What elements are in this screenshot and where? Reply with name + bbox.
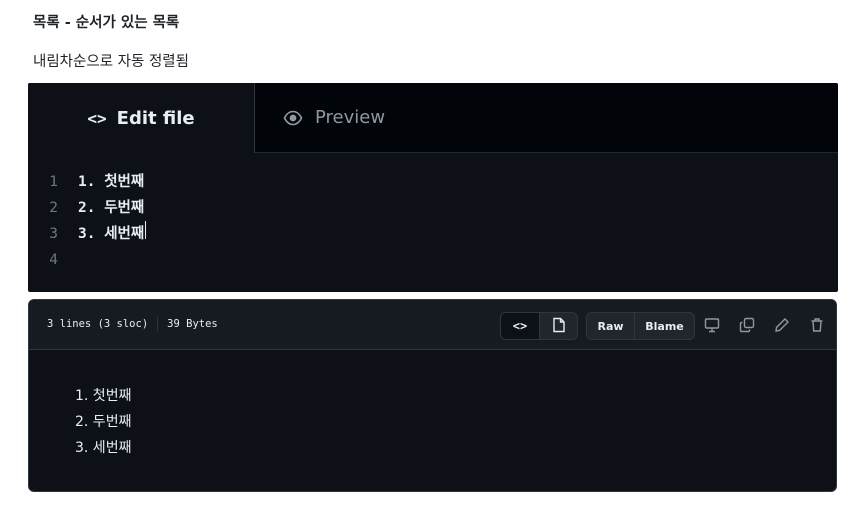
tab-edit-file-label: Edit file [116,107,195,129]
line-marker: 1. [78,174,105,190]
list-item: 2. 두번째 [75,414,132,430]
preview-view-button[interactable] [539,313,577,339]
section-heading: 목록 - 순서가 있는 목록 [33,15,180,31]
file-view: 3 lines (3 sloc) 39 Bytes <> Raw Blame 1… [28,299,837,492]
line-number: 2 [49,200,58,216]
code-area[interactable]: 1 1. 첫번째 2 2. 두번째 3 3. 세번째 4 [28,169,147,273]
line-count: 3 lines (3 sloc) [47,318,149,330]
file-icon [552,317,566,336]
editor-tab-bar: <> Edit file Preview [28,83,838,153]
raw-button-label: Raw [597,319,624,333]
tab-edit-file[interactable]: <> Edit file [28,83,255,153]
file-info: 3 lines (3 sloc) 39 Bytes [47,317,218,331]
desktop-icon[interactable] [702,315,722,335]
tab-preview-label: Preview [315,107,386,128]
code-view-button[interactable]: <> [501,313,539,339]
code-line: 4 [28,247,146,273]
copy-icon[interactable] [737,315,757,335]
line-text: 첫번째 [104,174,145,190]
blame-button[interactable]: Blame [634,313,694,339]
markdown-editor: <> Edit file Preview 1 1. 첫번째 2 2. 두번째 3 [28,83,838,292]
eye-icon [283,108,303,128]
rendered-markdown: 1. 첫번째 2. 두번째 3. 세번째 [29,350,836,491]
raw-blame-group: Raw Blame [586,312,695,340]
code-icon: <> [87,108,107,128]
list-item: 3. 세번째 [75,440,132,456]
blame-button-label: Blame [645,319,684,333]
file-header: 3 lines (3 sloc) 39 Bytes <> Raw Blame [29,300,836,350]
code-line: 3 3. 세번째 [28,221,147,247]
line-marker: 3. [78,226,105,242]
raw-button[interactable]: Raw [587,313,634,339]
ordered-list: 1. 첫번째 2. 두번째 3. 세번째 [75,383,131,461]
list-item: 1. 첫번째 [75,388,132,404]
line-marker: 2. [78,200,105,216]
tab-preview[interactable]: Preview [283,83,385,152]
trash-icon[interactable] [807,315,827,335]
divider [157,317,159,331]
file-size: 39 Bytes [167,318,218,330]
code-line: 1 1. 첫번째 [28,169,146,195]
line-number: 3 [49,226,58,242]
line-text: 세번째 [104,226,145,242]
line-number: 4 [49,252,58,268]
view-toggle: <> [500,312,578,340]
code-icon: <> [512,319,528,333]
line-text: 두번째 [104,200,145,216]
code-line: 2 2. 두번째 [28,195,146,221]
pencil-icon[interactable] [772,315,792,335]
line-number: 1 [49,174,58,190]
text-cursor [145,221,147,239]
section-subheading: 내림차순으로 자동 정렬됨 [33,54,189,70]
